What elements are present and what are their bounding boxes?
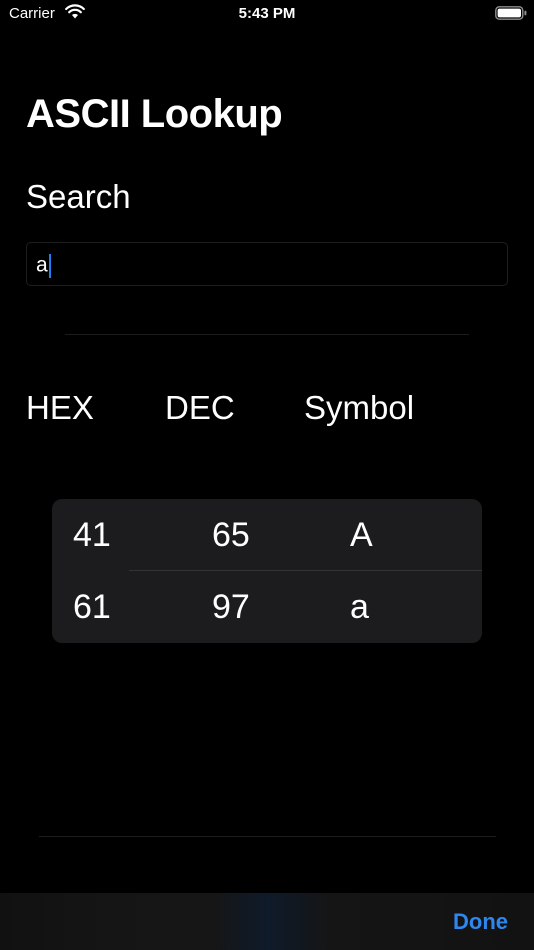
cell-hex: 61 — [73, 588, 111, 626]
cell-hex: 41 — [73, 516, 111, 554]
cell-dec: 97 — [212, 588, 250, 626]
column-header-dec: DEC — [165, 389, 235, 426]
text-caret — [48, 254, 51, 278]
cell-dec: 65 — [212, 516, 250, 554]
column-header-hex: HEX — [26, 389, 94, 426]
battery-icon — [495, 6, 527, 20]
page-title: ASCII Lookup — [26, 92, 283, 136]
table-row[interactable]: 61 97 a — [52, 571, 482, 643]
search-input[interactable]: a — [26, 242, 508, 286]
table-row[interactable]: 41 65 A — [52, 499, 482, 571]
divider — [39, 836, 496, 837]
search-label: Search — [26, 178, 131, 215]
cell-symbol: a — [350, 588, 369, 626]
status-time: 5:43 PM — [238, 5, 296, 22]
status-bar: Carrier 5:43 PM — [0, 0, 534, 28]
keyboard-toolbar: Done — [0, 893, 534, 950]
search-input-value: a — [36, 254, 51, 278]
divider — [65, 334, 469, 335]
column-header-symbol: Symbol — [304, 389, 415, 426]
results-table: 41 65 A 61 97 a — [52, 499, 482, 643]
cell-symbol: A — [350, 516, 373, 554]
done-button[interactable]: Done — [453, 909, 508, 935]
